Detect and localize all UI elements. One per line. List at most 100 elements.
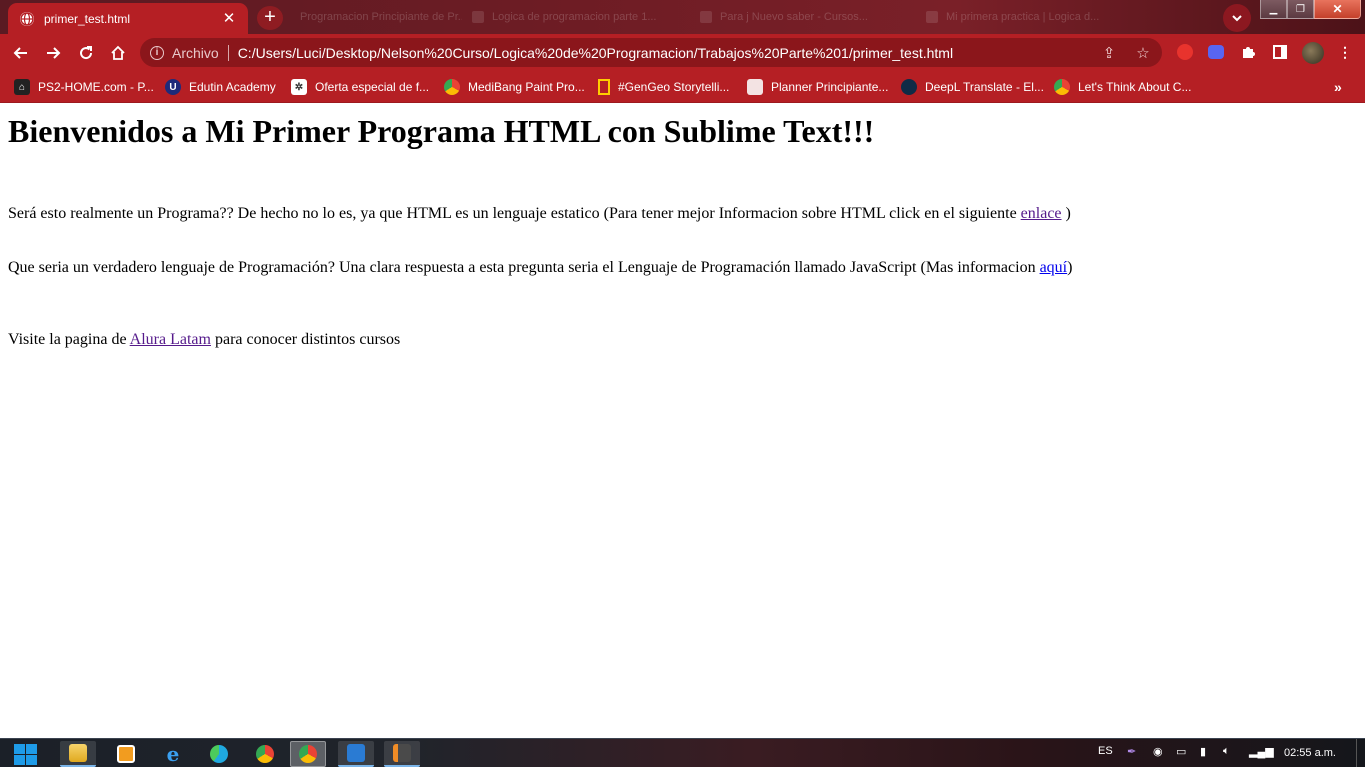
new-tab-button[interactable]: + <box>257 6 283 30</box>
double-chevron-right-icon[interactable]: » <box>1334 79 1342 95</box>
profile-avatar[interactable] <box>1302 42 1324 64</box>
page-content: Bienvenidos a Mi Primer Programa HTML co… <box>0 103 1365 738</box>
edge-icon[interactable] <box>201 741 237 767</box>
extension-discord-icon[interactable] <box>1208 45 1224 59</box>
window-controls: ▁ ❐ ✕ <box>1260 0 1361 19</box>
menu-dots-icon[interactable]: ⋮ <box>1335 42 1355 62</box>
address-bar[interactable]: i Archivo C:/Users/Luci/Desktop/Nelson%2… <box>140 38 1162 67</box>
bookmark-oferta[interactable]: ✲ Oferta especial de f... <box>291 78 429 96</box>
pen-icon[interactable]: ✒ <box>1127 745 1136 758</box>
scheme-label: Archivo <box>172 44 219 61</box>
tab-close-icon[interactable]: ✕ <box>220 11 238 26</box>
info-icon[interactable]: i <box>150 45 164 60</box>
home-button[interactable] <box>105 40 131 66</box>
sublime-text-icon[interactable] <box>384 741 420 767</box>
arrow-left-icon <box>13 47 27 59</box>
bookmark-label: PS2-HOME.com - P... <box>38 80 154 94</box>
paragraph-javascript-info: Que seria un verdadero lenguaje de Progr… <box>8 259 1072 277</box>
background-tab[interactable]: Logica de programacion parte 1... <box>472 7 682 27</box>
paragraph-alura: Visite la pagina de Alura Latam para con… <box>8 331 400 349</box>
tab-favicon-icon <box>700 11 712 23</box>
extension-red-icon[interactable] <box>1177 44 1193 60</box>
windows-start-icon[interactable] <box>12 743 38 765</box>
arrow-right-icon <box>47 47 61 59</box>
enlace-link[interactable]: enlace <box>1021 205 1062 222</box>
tab-title: Logica de programacion parte 1... <box>492 11 657 23</box>
url-text[interactable]: C:/Users/Luci/Desktop/Nelson%20Curso/Log… <box>238 45 1084 61</box>
internet-explorer-icon[interactable]: e <box>155 741 191 767</box>
tab-primer-test[interactable]: primer_test.html ✕ <box>8 3 248 34</box>
volume-icon[interactable]: 🔈︎ <box>1223 745 1230 758</box>
natgeo-icon <box>598 79 610 95</box>
display-icon[interactable]: ▭ <box>1176 745 1186 758</box>
tab-title: Mi primera practica | Logica d... <box>946 11 1100 23</box>
bookmark-medibang[interactable]: MediBang Paint Pro... <box>444 78 585 96</box>
wifi-icon[interactable]: ▂▄▆ <box>1249 745 1274 758</box>
home-icon <box>111 45 125 60</box>
divider <box>227 44 229 61</box>
chrome-icon[interactable] <box>247 741 283 767</box>
language-indicator[interactable]: ES <box>1098 745 1113 757</box>
bookmark-lets-think[interactable]: Let's Think About C... <box>1054 78 1191 96</box>
edutin-icon: U <box>165 79 181 95</box>
chevron-down-icon <box>1232 15 1242 22</box>
side-panel-icon[interactable] <box>1270 42 1290 62</box>
background-tab[interactable]: Para j Nuevo saber - Cursos... <box>700 7 910 27</box>
bookmark-label: #GenGeo Storytelli... <box>618 80 730 94</box>
alura-latam-link[interactable]: Alura Latam <box>130 331 211 348</box>
bookmarks-bar: ⌂ PS2-HOME.com - P... U Edutin Academy ✲… <box>0 72 1365 103</box>
planner-icon <box>747 79 763 95</box>
clock[interactable]: 02:55 a.m. <box>1284 747 1336 759</box>
minimize-button[interactable]: ▁ <box>1260 0 1287 19</box>
bookmark-label: MediBang Paint Pro... <box>468 80 585 94</box>
forward-button[interactable] <box>40 40 66 66</box>
bookmark-ps2-home[interactable]: ⌂ PS2-HOME.com - P... <box>14 78 154 96</box>
deepl-icon <box>901 79 917 95</box>
paragraph-text: Será esto realmente un Programa?? De hec… <box>8 205 1021 222</box>
back-button[interactable] <box>8 40 34 66</box>
aqui-link[interactable]: aquí <box>1040 259 1068 276</box>
chrome-active-icon[interactable] <box>290 741 326 767</box>
bookmark-label: Let's Think About C... <box>1078 80 1192 94</box>
tab-search-button[interactable] <box>1223 4 1251 32</box>
tab-favicon-icon <box>926 11 938 23</box>
sena-icon: ✲ <box>291 79 307 95</box>
share-icon[interactable]: ⇪ <box>1100 44 1118 62</box>
chrome-icon <box>1054 79 1070 95</box>
bookmark-edutin[interactable]: U Edutin Academy <box>165 78 276 96</box>
vscode-icon[interactable] <box>338 741 374 767</box>
paragraph-text: Que seria un verdadero lenguaje de Progr… <box>8 259 1040 276</box>
tab-title: primer_test.html <box>44 11 131 26</box>
reload-icon <box>80 46 93 60</box>
windows-taskbar: e ES ✒ ◉ ▭ ▮ 🔈︎ ▂▄▆ 02:55 a.m. <box>0 738 1365 767</box>
star-icon[interactable]: ☆ <box>1134 44 1152 62</box>
paragraph-tail: ) <box>1061 205 1071 222</box>
tab-title: Para j Nuevo saber - Cursos... <box>720 11 868 23</box>
bookmark-label: DeepL Translate - El... <box>925 80 1044 94</box>
ps2-icon: ⌂ <box>14 79 30 95</box>
reload-button[interactable] <box>73 40 99 66</box>
chrome-icon <box>444 79 460 95</box>
globe-icon <box>20 11 34 26</box>
tab-title: Programacion Principiante de Pr... <box>300 11 462 23</box>
bookmark-label: Edutin Academy <box>189 80 276 94</box>
bookmark-label: Planner Principiante... <box>771 80 889 94</box>
file-explorer-icon[interactable] <box>60 741 96 767</box>
battery-icon[interactable]: ▮ <box>1200 745 1206 758</box>
bookmark-deepl[interactable]: DeepL Translate - El... <box>901 78 1044 96</box>
show-desktop-button[interactable] <box>1356 739 1365 767</box>
discord-tray-icon[interactable]: ◉ <box>1153 745 1163 758</box>
bookmark-planner[interactable]: Planner Principiante... <box>747 78 888 96</box>
maximize-button[interactable]: ❐ <box>1287 0 1314 19</box>
browser-toolbar: i Archivo C:/Users/Luci/Desktop/Nelson%2… <box>0 34 1365 72</box>
paragraph-html-info: Será esto realmente un Programa?? De hec… <box>8 205 1071 223</box>
media-player-icon[interactable] <box>108 741 144 767</box>
bookmark-label: Oferta especial de f... <box>315 80 430 94</box>
background-tab[interactable]: Mi primera practica | Logica d... <box>926 7 1136 27</box>
puzzle-icon[interactable] <box>1238 42 1258 62</box>
tab-favicon-icon <box>472 11 484 23</box>
background-tab[interactable]: Programacion Principiante de Pr... <box>292 7 462 27</box>
close-window-button[interactable]: ✕ <box>1314 0 1361 19</box>
page-heading: Bienvenidos a Mi Primer Programa HTML co… <box>8 113 875 149</box>
bookmark-gengeo[interactable]: #GenGeo Storytelli... <box>598 78 729 96</box>
